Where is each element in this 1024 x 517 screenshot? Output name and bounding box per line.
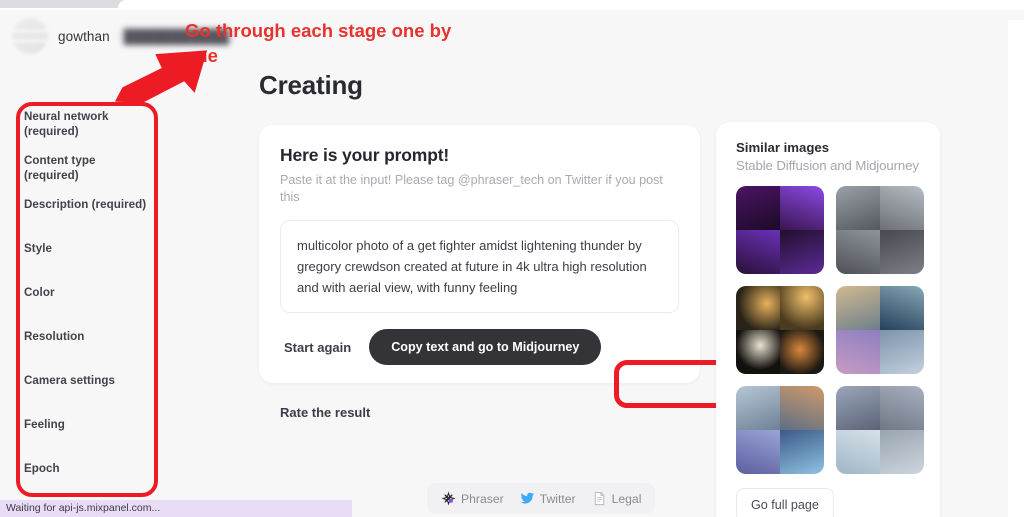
similar-image-thumbnail[interactable] — [836, 186, 924, 274]
prompt-card: Here is your prompt! Paste it at the inp… — [259, 125, 700, 383]
similar-image-thumbnail[interactable] — [736, 286, 824, 374]
page-right-gutter — [1008, 20, 1024, 517]
similar-image-thumbnail[interactable] — [836, 286, 924, 374]
prompt-card-actions: Start again Copy text and go to Midjourn… — [280, 329, 679, 365]
prompt-card-subtitle: Paste it at the input! Please tag @phras… — [280, 173, 663, 204]
sidebar-item-camera-settings[interactable]: Camera settings — [24, 374, 158, 418]
similar-image-thumbnail[interactable] — [736, 386, 824, 474]
prompt-text-box[interactable]: multicolor photo of a get fighter amidst… — [280, 220, 679, 313]
sidebar-item-feeling[interactable]: Feeling — [24, 418, 158, 462]
similar-images-grid — [736, 186, 924, 474]
rate-the-result-label: Rate the result — [280, 405, 371, 420]
document-icon — [594, 491, 604, 506]
page-content: gowthan ███████████ Go through each stag… — [0, 10, 1024, 517]
footer-link-legal[interactable]: Legal — [592, 491, 642, 506]
similar-images-subtitle: Stable Diffusion and Midjourney — [736, 158, 919, 173]
copy-and-go-to-midjourney-button[interactable]: Copy text and go to Midjourney — [369, 329, 602, 365]
avatar[interactable] — [12, 18, 48, 54]
footer-link-phraser-label: Phraser — [461, 491, 504, 506]
go-full-page-button[interactable]: Go full page — [736, 488, 834, 517]
main-column: Creating Here is your prompt! Paste it a… — [245, 60, 864, 514]
sidebar-item-resolution[interactable]: Resolution — [24, 330, 158, 374]
similar-image-thumbnail[interactable] — [736, 186, 824, 274]
start-again-button[interactable]: Start again — [280, 332, 355, 363]
footer-links: Phraser Twitter Legal — [427, 483, 656, 514]
username-label: gowthan — [58, 28, 110, 44]
footer-link-phraser[interactable]: Phraser — [441, 491, 504, 506]
browser-viewport: gowthan ███████████ Go through each stag… — [0, 0, 1024, 517]
footer-link-legal-label: Legal — [611, 491, 642, 506]
phraser-logo-icon — [441, 491, 456, 506]
stage-sidebar: Neural network (required) Content type (… — [12, 98, 158, 496]
sidebar-item-neural-network[interactable]: Neural network (required) — [24, 110, 158, 154]
similar-images-title: Similar images — [736, 140, 830, 155]
sidebar-item-color[interactable]: Color — [24, 286, 158, 330]
footer-link-twitter[interactable]: Twitter — [520, 491, 576, 506]
sidebar-item-description[interactable]: Description (required) — [24, 198, 158, 242]
prompt-card-title: Here is your prompt! — [280, 145, 450, 165]
arrow-up-right-icon — [114, 50, 208, 103]
similar-images-panel: Similar images Stable Diffusion and Midj… — [716, 122, 940, 517]
page-title: Creating — [259, 70, 363, 100]
sidebar-item-style[interactable]: Style — [24, 242, 158, 286]
browser-status-bar: Waiting for api-js.mixpanel.com... — [0, 500, 352, 517]
twitter-bird-icon — [520, 492, 534, 504]
similar-image-thumbnail[interactable] — [836, 386, 924, 474]
sidebar-item-content-type[interactable]: Content type (required) — [24, 154, 158, 198]
footer-link-twitter-label: Twitter — [539, 491, 576, 506]
